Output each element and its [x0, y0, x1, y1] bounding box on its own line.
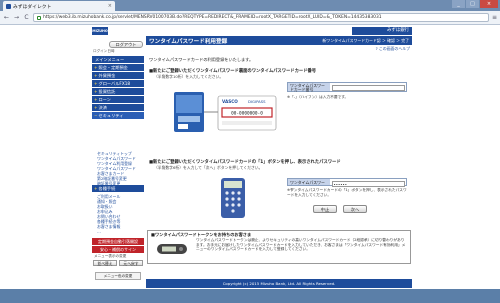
sidebar-item-label: 各種手続 — [98, 186, 116, 191]
auto-deduction-button[interactable]: 定期預金自動引落開設 — [92, 238, 144, 245]
password-row: ワンタイムパスワード •••••• — [287, 178, 407, 192]
card-number-cell — [330, 83, 406, 91]
intro-text: ワンタイムパスワードカードの利用登録をいたします。 — [149, 57, 254, 62]
next-button[interactable]: 次へ — [343, 205, 367, 213]
card-illustration: VASCO DIGIPASS 00-0000000-0 — [174, 92, 277, 132]
logout-button[interactable]: ログアウト — [109, 41, 143, 48]
sidebar-item-3[interactable]: +グローバルFX18 — [92, 80, 144, 87]
reorder-button[interactable]: 並べ替え — [93, 260, 117, 266]
brand-label: みずほ銀行 — [352, 27, 412, 35]
card-brand: VASCO — [222, 99, 238, 104]
browser-menu-icon[interactable]: ≡ — [492, 14, 497, 21]
expand-icon: + — [94, 81, 98, 86]
token-info-box: ■ワンタイムパスワードトークンをお持ちのお客さま ワンタイムパスワードトークンは… — [147, 230, 411, 264]
token-device-icon — [157, 244, 187, 254]
sidebar-item-label: 決済 — [98, 105, 107, 110]
sidebar-item-label: メインメニュー — [95, 57, 125, 62]
cancel-button[interactable]: 中止 — [313, 205, 337, 213]
sidebar-item-label: ローン — [98, 97, 111, 102]
expand-icon: + — [94, 73, 98, 78]
sidebar-item-6[interactable]: +決済 — [92, 104, 144, 111]
maximize-button[interactable]: □ — [466, 0, 479, 8]
url-text: https://web3.ib.mizuhobank.co.jp/servlet… — [43, 15, 382, 20]
sidebar-menu: メインメニュー +照会・定期預金 +外貨預金 +グローバルFX18 +投資信託 +ローン +… — [92, 56, 144, 120]
token-card-icon — [221, 178, 245, 218]
sidebar-item-label: セキュリティ — [98, 113, 124, 118]
menu-order-buttons: 並べ替え 元へ戻す — [93, 260, 143, 266]
sidebar: MIZUHO ログアウト ログイン日時 メインメニュー +照会・定期預金 +外貨預金… — [91, 25, 145, 289]
restore-button[interactable]: 元へ戻す — [119, 260, 143, 266]
expand-icon: + — [94, 97, 98, 102]
main-panel: みずほ銀行 ワンタイムパスワード利用登録 新ワンタイムパスワードカード認 ＞ 確… — [146, 25, 412, 289]
title-bar: ワンタイムパスワード利用登録 新ワンタイムパスワードカード認 ＞ 確認 ＞ 完了 — [146, 36, 412, 45]
expand-icon: + — [94, 105, 98, 110]
card-number-input[interactable] — [331, 84, 405, 91]
url-input[interactable]: https://web3.ib.mizuhobank.co.jp/servlet… — [33, 13, 489, 22]
token-info-text: ワンタイムパスワードトークンは廃止、よりセキュリティの高いワンタイムパスワードカ… — [196, 238, 406, 252]
tab-title: みずほダイレクト — [13, 4, 52, 10]
expand-icon: + — [94, 186, 98, 191]
card-number-sample: 00-0000000-0 — [231, 111, 263, 117]
browser-tab[interactable]: みずほダイレクト × — [3, 1, 115, 11]
sidebar-item-label: グローバルFX18 — [98, 81, 131, 86]
sidebar-item-7[interactable]: −セキュリティ — [92, 112, 144, 119]
card-brand-2: DIGIPASS — [248, 99, 266, 104]
section-password-instruction: （半角数字6桁）を入力して「次へ」ボタンを押してください。 — [154, 165, 263, 170]
minimize-button[interactable]: _ — [452, 0, 465, 8]
help-link[interactable]: ? この画面のヘルプ — [376, 46, 410, 52]
favicon-icon — [6, 3, 11, 9]
submenu2-link[interactable]: … — [97, 229, 145, 234]
sidebar-item-2[interactable]: +外貨預金 — [92, 72, 144, 79]
address-bar: ← → C https://web3.ib.mizuhobank.co.jp/s… — [0, 11, 500, 25]
card-number-label: ワンタイムパスワードカード番号 — [288, 83, 330, 92]
menu-color-button[interactable]: メニュー色の変更 — [95, 272, 141, 280]
back-button[interactable]: ← — [3, 14, 10, 21]
sidebar-item-label: 投資信託 — [98, 89, 116, 94]
password-note: ※ワンタイムパスワードカードの「1」ボタンを押し、表示されたパスワードを入力して… — [287, 188, 407, 197]
password-cell: •••••• — [330, 179, 406, 187]
footer-copyright: Copyright (c) 2015 Mizuho Bank, Ltd. All… — [146, 279, 412, 288]
card-number-note: ※「-」（ハイフン）は入力不要です。 — [287, 95, 349, 99]
menu-display-label: メニュー表示の変更 — [94, 254, 127, 258]
breadcrumb: 新ワンタイムパスワードカード認 ＞ 確認 ＞ 完了 — [322, 37, 409, 43]
desktop-background — [0, 289, 500, 303]
security-sign-button[interactable]: 安心・補償のサイン — [92, 246, 144, 253]
sidebar-item-4[interactable]: +投資信託 — [92, 88, 144, 95]
settings-submenu: ご利用メール 通知・照会 お取扱い お申込み お問い合わせ 各種手続き等 お客さま情報… — [97, 194, 145, 234]
sidebar-item-0[interactable]: メインメニュー — [92, 56, 144, 63]
security-submenu: セキュリティトップ ワンタイムパスワード ワンタイム利用登録 ワンタイムパスワード お客… — [97, 151, 145, 186]
close-window-button[interactable]: × — [480, 0, 498, 8]
page-content: MIZUHO ログアウト ログイン日時 メインメニュー +照会・定期預金 +外貨預金… — [0, 25, 500, 289]
tab-close-icon[interactable]: × — [108, 3, 112, 9]
sidebar-item-settings[interactable]: +各種手続 — [92, 185, 144, 192]
mizuho-logo: MIZUHO — [92, 27, 108, 35]
page-title: ワンタイムパスワード利用登録 — [149, 38, 228, 45]
action-buttons: 中止 次へ — [313, 205, 367, 213]
expand-icon: − — [94, 113, 98, 118]
section-card-number-instruction: （半角数字10桁）を入力してください。 — [154, 74, 224, 79]
lock-icon — [37, 15, 41, 20]
sidebar-item-1[interactable]: +照会・定期預金 — [92, 64, 144, 71]
expand-icon: + — [94, 89, 98, 94]
forward-button[interactable]: → — [13, 14, 20, 21]
reload-button[interactable]: C — [23, 14, 30, 21]
window-controls: _ □ × — [452, 0, 498, 8]
sidebar-item-label: 照会・定期預金 — [98, 65, 128, 70]
sidebar-item-5[interactable]: +ローン — [92, 96, 144, 103]
password-input[interactable]: •••••• — [331, 180, 405, 187]
session-time: ログイン日時 — [93, 49, 115, 53]
browser-titlebar: みずほダイレクト × _ □ × — [0, 0, 500, 11]
card-number-row: ワンタイムパスワードカード番号 — [287, 82, 407, 92]
password-label: ワンタイムパスワード — [288, 179, 330, 192]
expand-icon: + — [94, 65, 98, 70]
sidebar-item-label: 外貨預金 — [98, 73, 116, 78]
